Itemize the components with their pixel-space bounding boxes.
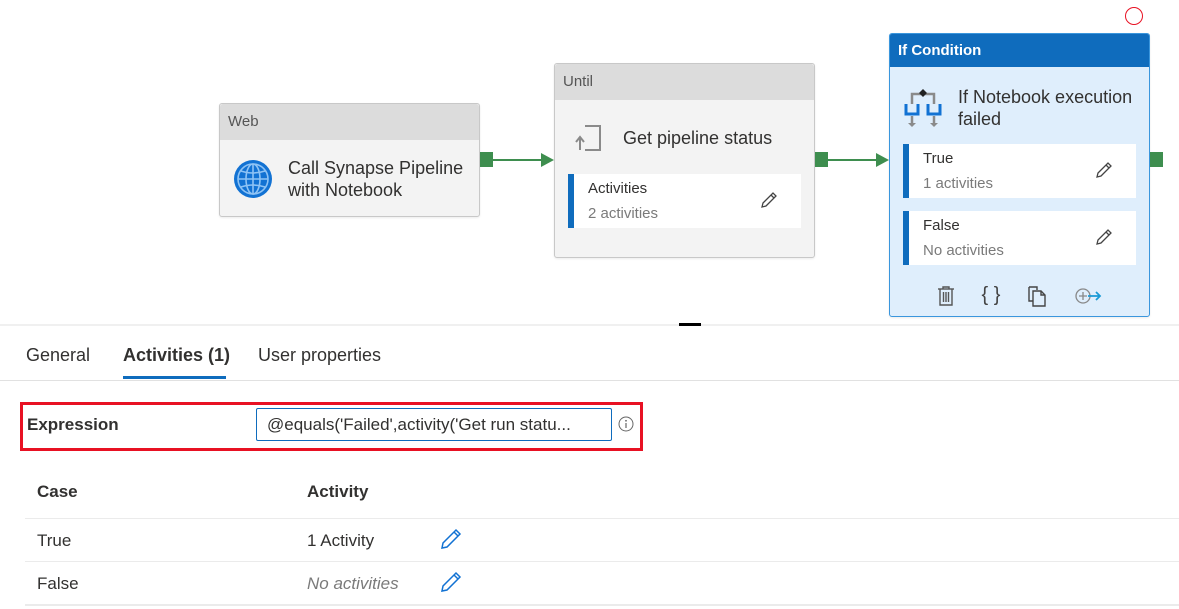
pipeline-canvas[interactable]: Web Call Synapse Pipeline with Notebook …	[0, 0, 1179, 324]
tab-general[interactable]: General	[26, 345, 90, 366]
until-loop-icon	[575, 125, 601, 151]
edit-pencil-icon[interactable]	[1094, 227, 1114, 247]
table-row: False No activities	[25, 562, 1179, 606]
expression-label: Expression	[27, 415, 119, 434]
connector-line	[828, 159, 876, 161]
false-branch-count: No activities	[923, 242, 1004, 259]
node-title-line-1: Call Synapse Pipeline	[288, 158, 464, 178]
web-activity-node[interactable]: Web Call Synapse Pipeline with Notebook	[219, 103, 480, 217]
node-title: If Notebook execution failed	[958, 86, 1132, 130]
if-condition-node[interactable]: If Condition If Notebook execution faile…	[889, 33, 1150, 317]
activity-cell: 1 Activity	[307, 531, 375, 550]
until-activity-node[interactable]: Until Get pipeline status Activities 2 a…	[554, 63, 815, 258]
delete-icon[interactable]	[934, 284, 958, 308]
edit-pencil-icon[interactable]	[439, 570, 463, 594]
case-cell: False	[37, 574, 79, 593]
tab-user-properties[interactable]: User properties	[258, 345, 381, 366]
copy-icon[interactable]	[1025, 284, 1049, 308]
connector-arrow-icon	[541, 153, 554, 167]
node-title-line-1: If Notebook execution	[958, 87, 1133, 107]
activities-card-count: 2 activities	[588, 205, 659, 222]
code-braces-icon[interactable]: { }	[979, 284, 1003, 308]
tab-activities[interactable]: Activities (1)	[123, 345, 230, 366]
error-indicator-icon	[1125, 7, 1143, 25]
node-title-line-2: failed	[958, 109, 1002, 129]
expression-input[interactable]	[256, 408, 612, 441]
activity-cell: No activities	[307, 574, 399, 593]
edit-pencil-icon[interactable]	[439, 527, 463, 551]
connector-arrow-icon	[876, 153, 889, 167]
output-handle[interactable]	[1150, 152, 1163, 167]
true-branch-card[interactable]: True 1 activities	[903, 144, 1136, 198]
node-title: Get pipeline status	[623, 128, 773, 148]
false-branch-title: False	[923, 217, 960, 234]
cases-table-header: Case Activity	[25, 470, 1179, 519]
connector-line	[493, 159, 541, 161]
activities-card-title: Activities	[588, 180, 648, 197]
edit-pencil-icon[interactable]	[1094, 160, 1114, 180]
output-handle[interactable]	[480, 152, 493, 167]
node-title: Call Synapse Pipeline with Notebook	[288, 157, 463, 201]
info-icon[interactable]	[618, 416, 634, 432]
activities-card[interactable]: Activities 2 activities	[568, 174, 801, 228]
active-tab-indicator	[123, 376, 226, 379]
node-type-label: Web	[220, 104, 479, 140]
column-header-case: Case	[37, 482, 78, 501]
table-row: True 1 Activity	[25, 519, 1179, 562]
case-cell: True	[37, 531, 72, 550]
true-branch-count: 1 activities	[923, 175, 994, 192]
if-condition-icon	[904, 89, 942, 127]
globe-icon	[234, 160, 272, 198]
node-type-label: If Condition	[890, 34, 1149, 67]
properties-tabs: General Activities (1) User properties	[0, 326, 1179, 381]
edit-pencil-icon[interactable]	[759, 190, 779, 210]
true-branch-title: True	[923, 150, 954, 167]
false-branch-card[interactable]: False No activities	[903, 211, 1136, 265]
add-output-icon[interactable]	[1073, 284, 1103, 308]
output-handle[interactable]	[815, 152, 828, 167]
node-title-line-2: with Notebook	[288, 180, 403, 200]
node-toolbar: { }	[890, 284, 1149, 310]
column-header-activity: Activity	[307, 482, 369, 501]
node-type-label: Until	[555, 64, 814, 100]
